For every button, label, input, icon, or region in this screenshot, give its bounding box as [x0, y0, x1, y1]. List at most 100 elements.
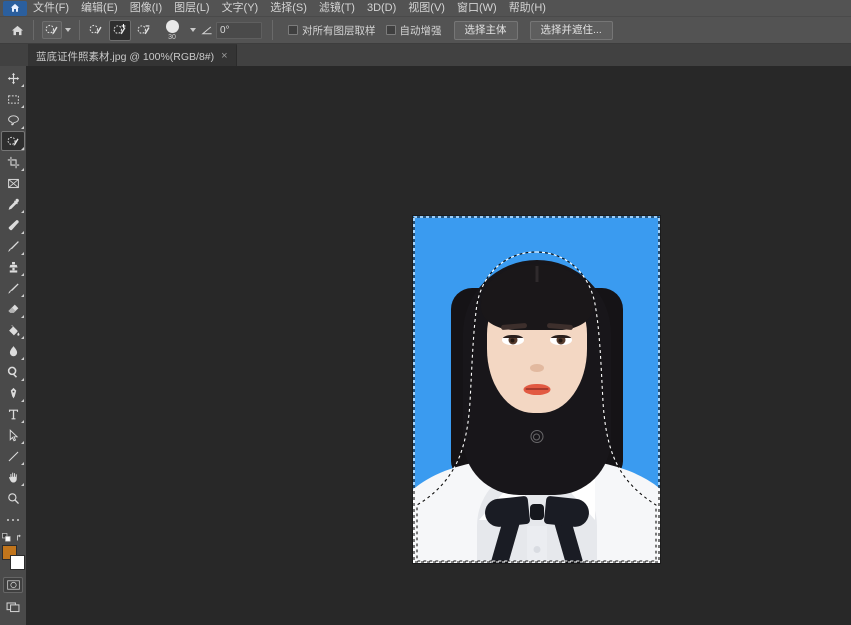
checkbox-box[interactable]	[288, 25, 298, 35]
clone-stamp-tool[interactable]	[1, 257, 25, 277]
blur-tool[interactable]	[1, 341, 25, 361]
flyout-triangle-icon	[20, 230, 24, 234]
document-canvas[interactable]	[413, 216, 660, 563]
options-divider-3	[272, 20, 273, 40]
pen-tool[interactable]	[1, 383, 25, 403]
zoom-tool[interactable]	[1, 488, 25, 508]
path-selection-tool[interactable]	[1, 425, 25, 445]
new-selection-button[interactable]	[85, 20, 107, 41]
sample-all-layers-checkbox[interactable]: 对所有图层取样	[288, 23, 376, 38]
flyout-triangle-icon	[20, 251, 24, 255]
gradient-tool[interactable]	[1, 320, 25, 340]
shirt-placket	[526, 526, 547, 563]
hair-part	[535, 266, 538, 282]
selection-mode-group	[85, 19, 155, 41]
quick-selection-icon	[42, 21, 62, 39]
brush-size-control[interactable]: 30	[159, 19, 185, 41]
crop-tool[interactable]	[1, 152, 25, 172]
eyedropper-tool[interactable]	[1, 194, 25, 214]
flyout-triangle-icon	[20, 440, 24, 444]
photoshop-window: 文件(F) 编辑(E) 图像(I) 图层(L) 文字(Y) 选择(S) 滤镜(T…	[0, 0, 851, 625]
subtract-from-selection-button[interactable]	[133, 20, 155, 41]
document-tab-bar: 蓝底证件照素材.jpg @ 100%(RGB/8#) ×	[0, 44, 851, 66]
flyout-triangle-icon	[20, 419, 24, 423]
flyout-triangle-icon	[20, 314, 24, 318]
flyout-triangle-icon	[20, 398, 24, 402]
dodge-tool[interactable]	[1, 362, 25, 382]
home-icon[interactable]	[3, 0, 27, 16]
shirt-button	[533, 546, 540, 553]
photo-image	[413, 216, 660, 563]
menu-image[interactable]: 图像(I)	[124, 0, 168, 17]
brush-angle-control[interactable]: 0°	[200, 21, 262, 39]
menu-help[interactable]: 帮助(H)	[503, 0, 552, 17]
tool-preset-picker[interactable]	[39, 20, 74, 41]
close-icon[interactable]: ×	[221, 50, 227, 62]
marquee-tool[interactable]	[1, 89, 25, 109]
chevron-down-icon[interactable]	[65, 28, 71, 32]
quick-mask-button[interactable]	[3, 577, 23, 593]
eyelid-left	[501, 335, 524, 338]
brush-picker-chevron-icon[interactable]	[190, 28, 196, 32]
menu-select[interactable]: 选择(S)	[264, 0, 313, 17]
add-to-selection-button[interactable]	[109, 19, 131, 41]
flyout-triangle-icon	[20, 83, 24, 87]
watermark-icon	[530, 430, 543, 443]
move-tool[interactable]	[1, 68, 25, 88]
menu-view[interactable]: 视图(V)	[402, 0, 451, 17]
bowtie-knot	[529, 504, 544, 520]
color-controls-row	[1, 530, 25, 544]
checkbox-box[interactable]	[385, 25, 396, 35]
flyout-triangle-icon	[20, 293, 24, 297]
auto-enhance-label: 自动增强	[399, 24, 442, 37]
options-divider-1	[33, 20, 34, 40]
flyout-triangle-icon	[20, 146, 24, 150]
canvas-area[interactable]	[26, 66, 851, 625]
brush-angle-input[interactable]: 0°	[216, 21, 262, 39]
brush-preview-icon	[165, 19, 179, 33]
menu-3d[interactable]: 3D(D)	[361, 0, 402, 17]
swap-colors-icon[interactable]	[16, 533, 25, 542]
menu-layer[interactable]: 图层(L)	[168, 0, 215, 17]
flyout-triangle-icon	[20, 167, 24, 171]
flyout-triangle-icon	[20, 356, 24, 360]
angle-icon	[201, 26, 212, 34]
eye-right	[549, 335, 572, 345]
menu-file[interactable]: 文件(F)	[27, 0, 75, 17]
ellipsis-dot	[16, 518, 20, 522]
bowtie-loop-left	[483, 495, 530, 529]
options-home-icon[interactable]	[6, 19, 28, 41]
lasso-tool[interactable]	[1, 110, 25, 130]
healing-brush-tool[interactable]	[1, 215, 25, 235]
menu-edit[interactable]: 编辑(E)	[75, 0, 124, 17]
document-tab[interactable]: 蓝底证件照素材.jpg @ 100%(RGB/8#) ×	[28, 44, 237, 66]
options-divider-2	[79, 20, 80, 40]
background-color-swatch[interactable]	[10, 555, 25, 570]
menu-filter[interactable]: 滤镜(T)	[313, 0, 361, 17]
menu-window[interactable]: 窗口(W)	[451, 0, 503, 17]
flyout-triangle-icon	[20, 335, 24, 339]
document-tab-title: 蓝底证件照素材.jpg @ 100%(RGB/8#)	[36, 50, 215, 63]
select-subject-button[interactable]: 选择主体	[453, 20, 518, 40]
frame-tool[interactable]	[1, 173, 25, 193]
hand-tool[interactable]	[1, 467, 25, 487]
options-bar: 30 0° 对所有图层取样 自动增强 选择主体 选择并遮住...	[0, 17, 851, 44]
menu-type[interactable]: 文字(Y)	[216, 0, 265, 17]
default-colors-icon[interactable]	[1, 532, 11, 542]
lips	[523, 384, 550, 395]
shape-tool[interactable]	[1, 446, 25, 466]
brush-tool[interactable]	[1, 236, 25, 256]
ellipsis-dot	[11, 518, 15, 522]
type-tool[interactable]	[1, 404, 25, 424]
edit-toolbar-button[interactable]	[1, 512, 25, 528]
eraser-tool[interactable]	[1, 299, 25, 319]
flyout-triangle-icon	[20, 125, 24, 129]
history-brush-tool[interactable]	[1, 278, 25, 298]
auto-enhance-checkbox[interactable]: 自动增强	[385, 23, 442, 38]
flyout-triangle-icon	[20, 377, 24, 381]
select-and-mask-button[interactable]: 选择并遮住...	[529, 20, 613, 40]
menu-bar: 文件(F) 编辑(E) 图像(I) 图层(L) 文字(Y) 选择(S) 滤镜(T…	[0, 0, 851, 17]
screen-mode-button[interactable]	[1, 597, 25, 617]
quick-selection-tool[interactable]	[1, 131, 25, 151]
eyelid-right	[549, 335, 572, 338]
